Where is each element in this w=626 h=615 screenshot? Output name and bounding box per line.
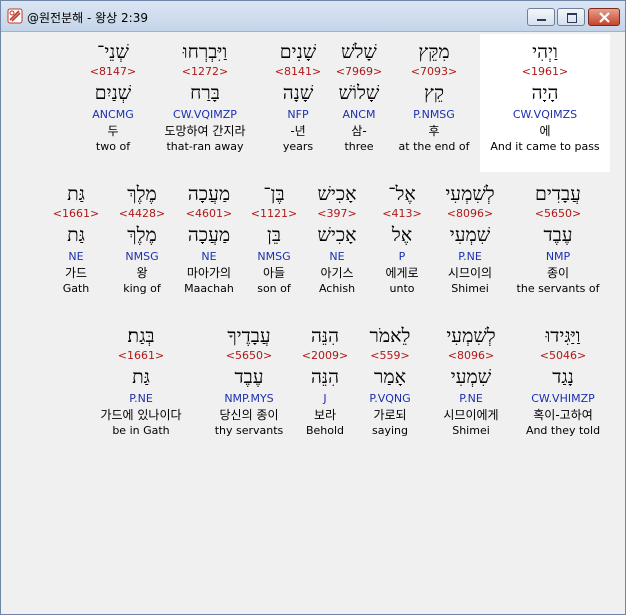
word-column[interactable]: שְׁנֵי־ <8147> שְׁנַיִם ANCMG 두 two of (48, 39, 178, 154)
word-column[interactable]: בְּגַת׃ <1661> גַּת P.NE 가드에 있나이다 be in … (76, 323, 206, 438)
morphology-code: CW.VQIMZS (512, 108, 578, 121)
strong-number[interactable]: <1961> (480, 65, 610, 80)
english-gloss: Gath (62, 282, 90, 295)
app-logo-icon (7, 8, 23, 24)
hebrew-root: גַּת (67, 224, 85, 246)
word-column[interactable]: וַיְהִי <1961> הָיָה CW.VQIMZS 에 And it … (480, 39, 610, 154)
hebrew-root: הָיָה (531, 82, 559, 104)
morphology-code: P.NE (129, 392, 153, 405)
hebrew-word: גַּת (67, 183, 85, 205)
hebrew-root: שְׁנַיִם (94, 82, 132, 104)
morphology-code: ANCMG (92, 108, 134, 121)
title-bar[interactable]: @원전분해 - 왕상 2:39 (1, 1, 625, 32)
korean-gloss: 가드에 있나이다 (100, 408, 182, 422)
hebrew-word: שְׁנֵי־ (97, 41, 129, 63)
english-gloss: be in Gath (112, 424, 170, 437)
app-window: @원전분해 - 왕상 2:39 וַיְהִי <1961> הָיָה CW.… (0, 0, 626, 615)
minimize-icon (537, 19, 546, 21)
maximize-button[interactable] (557, 8, 585, 26)
english-gloss: two of (95, 140, 131, 153)
hebrew-word: וַיְהִי (532, 41, 558, 63)
korean-gloss: 에 (539, 124, 551, 138)
window-title: @원전분해 - 왕상 2:39 (27, 11, 148, 25)
hebrew-root: גַּת (132, 366, 150, 388)
word-column[interactable]: גַּת <1661> גַּת NE 가드 Gath (11, 181, 141, 296)
close-button[interactable] (588, 8, 620, 26)
morphology-code: NE (68, 250, 84, 263)
korean-gloss: 가드 (64, 266, 88, 280)
minimize-button[interactable] (527, 8, 555, 26)
strong-number[interactable]: <1661> (11, 207, 141, 222)
maximize-icon (567, 13, 577, 23)
verse-panel: וַיְהִי <1961> הָיָה CW.VQIMZS 에 And it … (6, 34, 620, 610)
strong-number[interactable]: <8147> (48, 65, 178, 80)
hebrew-word: בְּגַת׃ (127, 325, 155, 347)
english-gloss: And it came to pass (490, 140, 600, 153)
strong-number[interactable]: <1661> (76, 349, 206, 364)
korean-gloss: 두 (107, 124, 119, 138)
close-icon (599, 12, 610, 23)
